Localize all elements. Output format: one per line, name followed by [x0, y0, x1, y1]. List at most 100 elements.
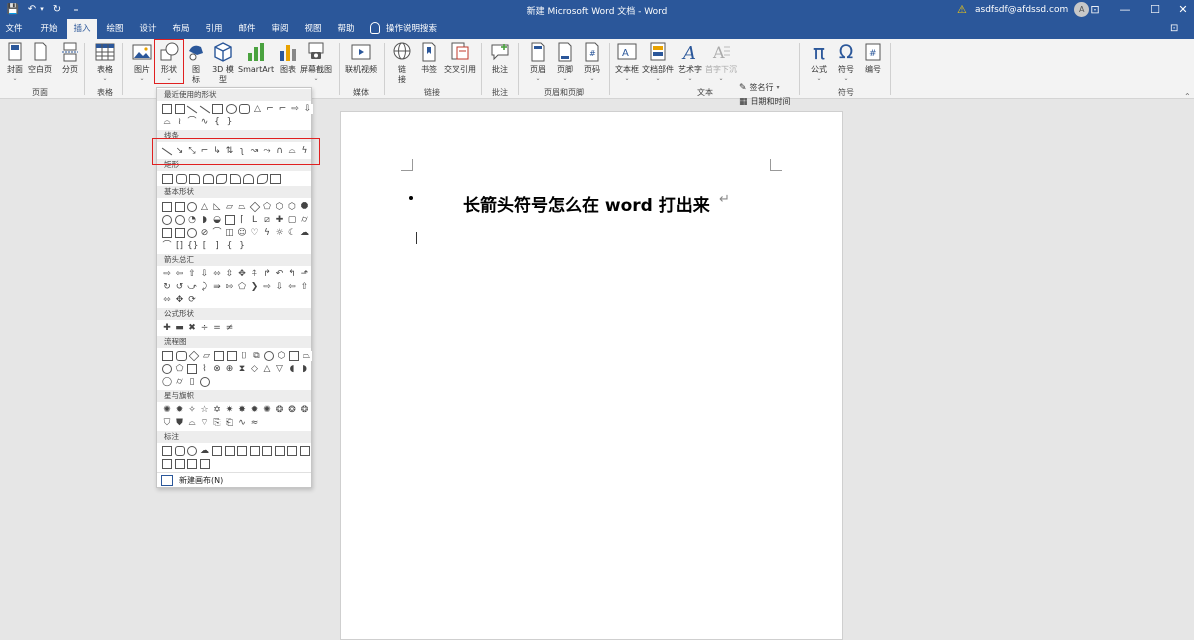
pie-shape[interactable]: ◔ — [187, 215, 197, 225]
decagon-shape[interactable] — [162, 215, 172, 225]
tab-home[interactable]: 开始 — [34, 19, 64, 39]
can-shape[interactable]: ⌭ — [299, 215, 310, 225]
3d-models-button[interactable]: 3D 模 型 — [212, 41, 234, 85]
no-symbol-shape[interactable]: ⊘ — [199, 228, 210, 238]
rounded-rectangle-shape[interactable] — [175, 174, 187, 184]
rectangle-shape[interactable] — [162, 174, 173, 184]
right-arrow-shape[interactable]: ⇨ — [290, 104, 300, 114]
rectangle-shape[interactable] — [212, 104, 223, 114]
triangle-shape[interactable]: △ — [199, 202, 210, 212]
explosion-1-shape[interactable]: ✺ — [162, 405, 172, 415]
left-arrow-callout-shape[interactable]: ⇦ — [287, 282, 297, 292]
tab-draw[interactable]: 绘图 — [100, 19, 130, 39]
blank-page-button[interactable]: 空白页 — [28, 41, 52, 75]
decision-shape[interactable] — [188, 350, 200, 362]
datetime-button[interactable]: ▦ 日期和时间 — [739, 96, 791, 107]
octagon-shape[interactable]: ⯃ — [299, 202, 310, 212]
tab-help[interactable]: 帮助 — [331, 19, 361, 39]
divide-shape[interactable]: ÷ — [199, 323, 210, 333]
plain-rectangle-shape[interactable] — [270, 174, 281, 184]
wave-shape[interactable]: ∿ — [237, 418, 247, 428]
minimize-button[interactable]: — — [1110, 0, 1140, 19]
stored-data-shape[interactable]: ◖ — [287, 364, 297, 374]
online-video-button[interactable]: 联机视频 — [345, 41, 377, 75]
extract-shape[interactable]: △ — [262, 364, 272, 374]
sun-shape[interactable]: ☼ — [274, 228, 285, 238]
curve-shape[interactable]: ∿ — [199, 117, 210, 127]
star-12-shape[interactable]: ✺ — [262, 405, 272, 415]
cross-shape[interactable]: ✚ — [274, 215, 285, 225]
footer-button[interactable]: 页脚 ⌄ — [554, 41, 576, 82]
tab-view[interactable]: 视图 — [298, 19, 328, 39]
curved-left-arrow-shape[interactable]: ↺ — [174, 282, 185, 292]
star-32-shape[interactable]: ❂ — [299, 405, 310, 415]
quad-arrow-shape[interactable]: ✥ — [237, 269, 247, 279]
double-wave-shape[interactable]: ≈ — [249, 418, 260, 428]
round-diagonal-rectangle-shape[interactable] — [256, 174, 268, 184]
terminator-shape[interactable] — [264, 351, 274, 361]
textbox-shape[interactable] — [162, 202, 172, 212]
alternate-process-shape[interactable] — [175, 351, 187, 361]
round-corner-rectangle-shape[interactable] — [229, 174, 241, 184]
scribble-shape[interactable]: ≀ — [174, 117, 185, 127]
hexagon-shape[interactable]: ⬡ — [274, 202, 285, 212]
border-callout-4-shape[interactable] — [199, 459, 210, 469]
warning-icon[interactable]: ⚠ — [957, 3, 969, 16]
quad-arrow-callout-shape[interactable]: ✥ — [174, 295, 185, 305]
pentagon-arrow-shape[interactable]: ⬠ — [237, 282, 247, 292]
up-arrow-shape[interactable]: ⇧ — [187, 269, 197, 279]
summing-junction-shape[interactable]: ⊗ — [212, 364, 222, 374]
card-shape[interactable] — [187, 364, 197, 374]
manual-operation-shape[interactable]: ⏢ — [301, 351, 312, 361]
right-brace-shape[interactable]: } — [237, 241, 247, 251]
plaque-shape[interactable]: ▢ — [287, 215, 297, 225]
tab-review[interactable]: 审阅 — [265, 19, 295, 39]
connector-shape[interactable] — [162, 364, 172, 374]
up-arrow-callout-shape[interactable]: ⇧ — [299, 282, 310, 292]
not-equal-shape[interactable]: ≠ — [224, 323, 235, 333]
left-up-arrow-shape[interactable]: ↰ — [287, 269, 297, 279]
maximize-button[interactable]: ☐ — [1140, 0, 1170, 19]
vertical-scroll-shape[interactable]: ⎘ — [212, 418, 222, 428]
right-brace-shape[interactable]: } — [224, 117, 235, 127]
offpage-connector-shape[interactable]: ⬠ — [174, 364, 185, 374]
sort-shape[interactable]: ◇ — [249, 364, 260, 374]
direct-access-storage-shape[interactable]: ▯ — [187, 377, 197, 387]
header-button[interactable]: 页眉 ⌄ — [527, 41, 549, 82]
equation-button[interactable]: π 公式 ⌄ — [808, 41, 830, 82]
oval-callout-shape[interactable] — [187, 446, 197, 456]
chevron-shape[interactable]: ❯ — [249, 282, 260, 292]
page-number-button[interactable]: # 页码 ⌄ — [581, 41, 603, 82]
cloud-callout-shape[interactable]: ☁ — [199, 446, 210, 456]
collapse-ribbon-icon[interactable]: ⌃ — [1184, 92, 1191, 101]
bevel-shape[interactable] — [174, 228, 185, 238]
tab-design[interactable]: 设计 — [133, 19, 163, 39]
arrow-line-shape[interactable] — [200, 104, 210, 114]
down-arrow-callout-shape[interactable]: ⇩ — [274, 282, 285, 292]
oval-shape[interactable] — [225, 104, 237, 114]
textbox-shape[interactable] — [162, 104, 172, 114]
comment-button[interactable]: 批注 — [489, 41, 511, 75]
plus-shape[interactable]: ✚ — [162, 323, 172, 333]
frame-shape[interactable] — [224, 215, 235, 225]
double-bracket-shape[interactable]: [] — [174, 241, 185, 251]
multidocument-shape[interactable]: ⧉ — [251, 351, 262, 361]
tab-insert[interactable]: 插入 — [67, 19, 97, 39]
document-heading[interactable]: 长箭头符号怎么在 word 打出来 — [463, 191, 710, 216]
line-callout-3-shape[interactable] — [237, 446, 247, 456]
folded-corner-shape[interactable]: ◫ — [224, 228, 235, 238]
display-shape[interactable] — [199, 377, 210, 387]
heart-shape[interactable]: ♡ — [249, 228, 260, 238]
star-24-shape[interactable]: ❂ — [287, 405, 297, 415]
bookmark-button[interactable]: 书签 — [418, 41, 440, 75]
circular-arrow-shape[interactable]: ⟳ — [187, 295, 197, 305]
freeform-shape[interactable]: ⌓ — [162, 117, 172, 127]
right-triangle-shape[interactable]: ◺ — [212, 202, 222, 212]
quick-parts-button[interactable]: 文档部件 ⌄ — [642, 41, 674, 82]
left-right-arrow-callout-shape[interactable]: ⬄ — [162, 295, 172, 305]
right-bracket-shape[interactable]: ] — [212, 241, 222, 251]
teardrop-shape[interactable]: ◒ — [212, 215, 222, 225]
block-arc-shape[interactable]: ⌒ — [212, 228, 222, 238]
left-brace-shape[interactable]: { — [224, 241, 235, 251]
punched-tape-shape[interactable]: ⌇ — [199, 364, 210, 374]
